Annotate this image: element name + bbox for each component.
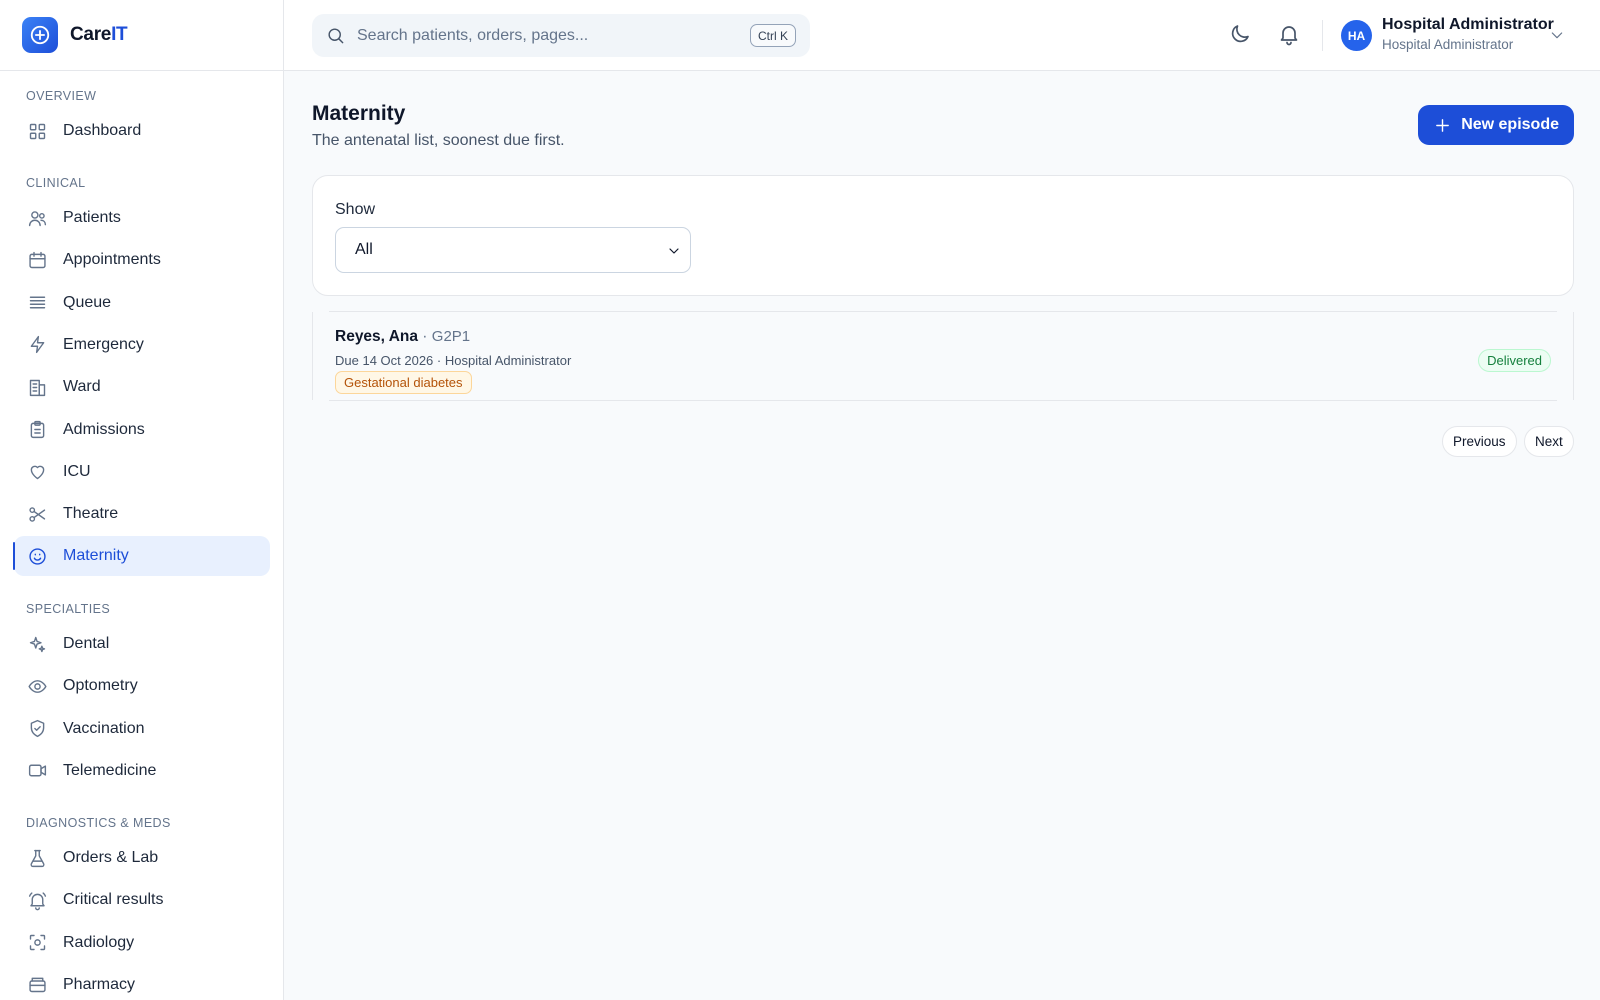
sidebar-item-appointments[interactable]: Appointments [14,240,270,280]
main-content: Maternity The antenatal list, soonest du… [284,71,1600,1000]
smile-icon [29,548,46,565]
show-filter-value: All [355,241,373,258]
name-separator: · [418,328,432,345]
sidebar-item-label: ICU [63,462,91,480]
sidebar-section-label: SPECIALTIES [26,602,111,616]
moon-icon[interactable] [1228,22,1252,46]
plus-icon [1436,118,1450,132]
show-filter-label: Show [335,201,376,218]
gravida-para: G2P1 [431,328,471,345]
sidebar-item-maternity[interactable]: Maternity [13,536,270,577]
brand: CareIT [0,0,283,71]
video-icon [28,764,47,777]
sidebar-item-admissions[interactable]: Admissions [14,410,270,450]
scissors-icon [29,506,46,522]
sidebar-item-label: Orders & Lab [63,849,159,866]
sidebar-item-label: Critical results [63,891,164,909]
sidebar-item-queue[interactable]: Queue [14,283,270,323]
sidebar-section-label: OVERVIEW [26,89,97,103]
sidebar-item-label: Radiology [63,933,135,951]
pill-box-icon [29,978,46,993]
zap-icon [30,336,45,354]
building-icon [29,379,46,396]
sidebar-item-label: Patients [63,209,121,226]
sidebar-item-label: Maternity [63,547,129,565]
sidebar-item-telemedicine[interactable]: Telemedicine [14,751,270,791]
sidebar-item-label: Telemedicine [63,761,157,779]
bell-icon[interactable] [1277,22,1301,46]
patient-name[interactable]: Reyes, Ana [335,328,418,345]
sidebar-item-label: Emergency [63,335,144,353]
clipboard-icon [30,420,45,439]
show-filter-select[interactable]: All [335,227,691,273]
patient-name-line: Reyes, Ana · G2P1 [335,328,470,346]
new-episode-button[interactable]: New episode [1418,105,1574,145]
scan-icon [29,934,46,951]
flask-icon [30,849,45,867]
sidebar-item-icu[interactable]: ICU [14,452,270,492]
next-page-button[interactable]: Next [1524,426,1574,457]
new-episode-label: New episode [1461,116,1559,133]
header-divider [1322,20,1323,51]
brand-name: CareIT [70,24,128,45]
sidebar-item-radiology[interactable]: Radiology [14,923,270,963]
sidebar-item-patients[interactable]: Patients [14,198,270,238]
sidebar-section-label: DIAGNOSTICS & MEDS [26,816,171,830]
eye-icon [28,679,47,693]
chevron-down-icon [669,248,679,254]
sidebar-item-label: Dashboard [63,122,142,139]
sidebar-item-label: Optometry [63,677,138,695]
top-header: Search patients, orders, pages... Ctrl K… [284,0,1600,71]
page-title: Maternity [312,102,406,125]
bell-ring-icon [28,892,47,911]
sidebar-item-label: Ward [63,378,101,396]
shield-check-icon [30,720,45,738]
user-role: Hospital Administrator [1382,37,1514,52]
page-subtitle: The antenatal list, soonest due first. [312,132,565,149]
sidebar-item-pharmacy[interactable]: Pharmacy [14,965,270,1000]
search-input[interactable]: Search patients, orders, pages... [357,27,588,45]
search-icon [328,28,344,44]
users-icon [28,210,47,226]
sidebar-item-orders-lab[interactable]: Orders & Lab [14,838,270,878]
sidebar-item-ward[interactable]: Ward [14,367,270,407]
search-shortcut-badge: Ctrl K [750,24,796,47]
sidebar-item-optometry[interactable]: Optometry [14,666,270,706]
due-date-meta: Due 14 Oct 2026 · Hospital Administrator [335,353,572,368]
chevron-down-icon[interactable] [1549,27,1565,43]
condition-tag: Gestational diabetes [335,371,472,394]
sidebar-item-label: Theatre [63,505,119,523]
filter-card: Show All [312,175,1574,296]
user-name[interactable]: Hospital Administrator [1382,16,1554,34]
list-icon [29,296,46,309]
sidebar-item-label: Dental [63,635,110,652]
status-badge: Delivered [1478,349,1551,372]
sidebar-nav: OVERVIEW Dashboard CLINICAL Patients Appoint… [0,71,283,993]
list-divider [329,400,1557,401]
avatar[interactable]: HA [1341,20,1372,51]
calendar-icon [29,251,46,268]
sidebar-section-label: CLINICAL [26,176,86,190]
sidebar-item-label: Appointments [63,251,161,269]
sidebar-item-label: Pharmacy [63,975,136,993]
search-bar[interactable]: Search patients, orders, pages... Ctrl K [312,14,810,57]
sidebar-item-theatre[interactable]: Theatre [14,494,270,534]
sidebar: CareIT OVERVIEW Dashboard CLINICAL Patients… [0,0,284,1000]
sidebar-item-label: Vaccination [63,719,145,737]
grid-icon [29,123,46,139]
sidebar-item-emergency[interactable]: Emergency [14,325,270,365]
sidebar-item-vaccination[interactable]: Vaccination [14,709,270,749]
sidebar-item-label: Admissions [63,420,145,438]
sidebar-item-label: Queue [63,293,112,311]
sidebar-item-dashboard[interactable]: Dashboard [14,111,270,151]
sidebar-item-dental[interactable]: Dental [14,624,270,664]
previous-page-button[interactable]: Previous [1442,426,1517,457]
brand-logo-icon[interactable] [22,17,58,53]
sparkles-icon [29,636,46,652]
list-item[interactable]: Reyes, Ana · G2P1 Due 14 Oct 2026 · Hosp… [312,312,1574,400]
heart-icon [30,465,45,480]
sidebar-item-critical-results[interactable]: Critical results [14,880,270,920]
